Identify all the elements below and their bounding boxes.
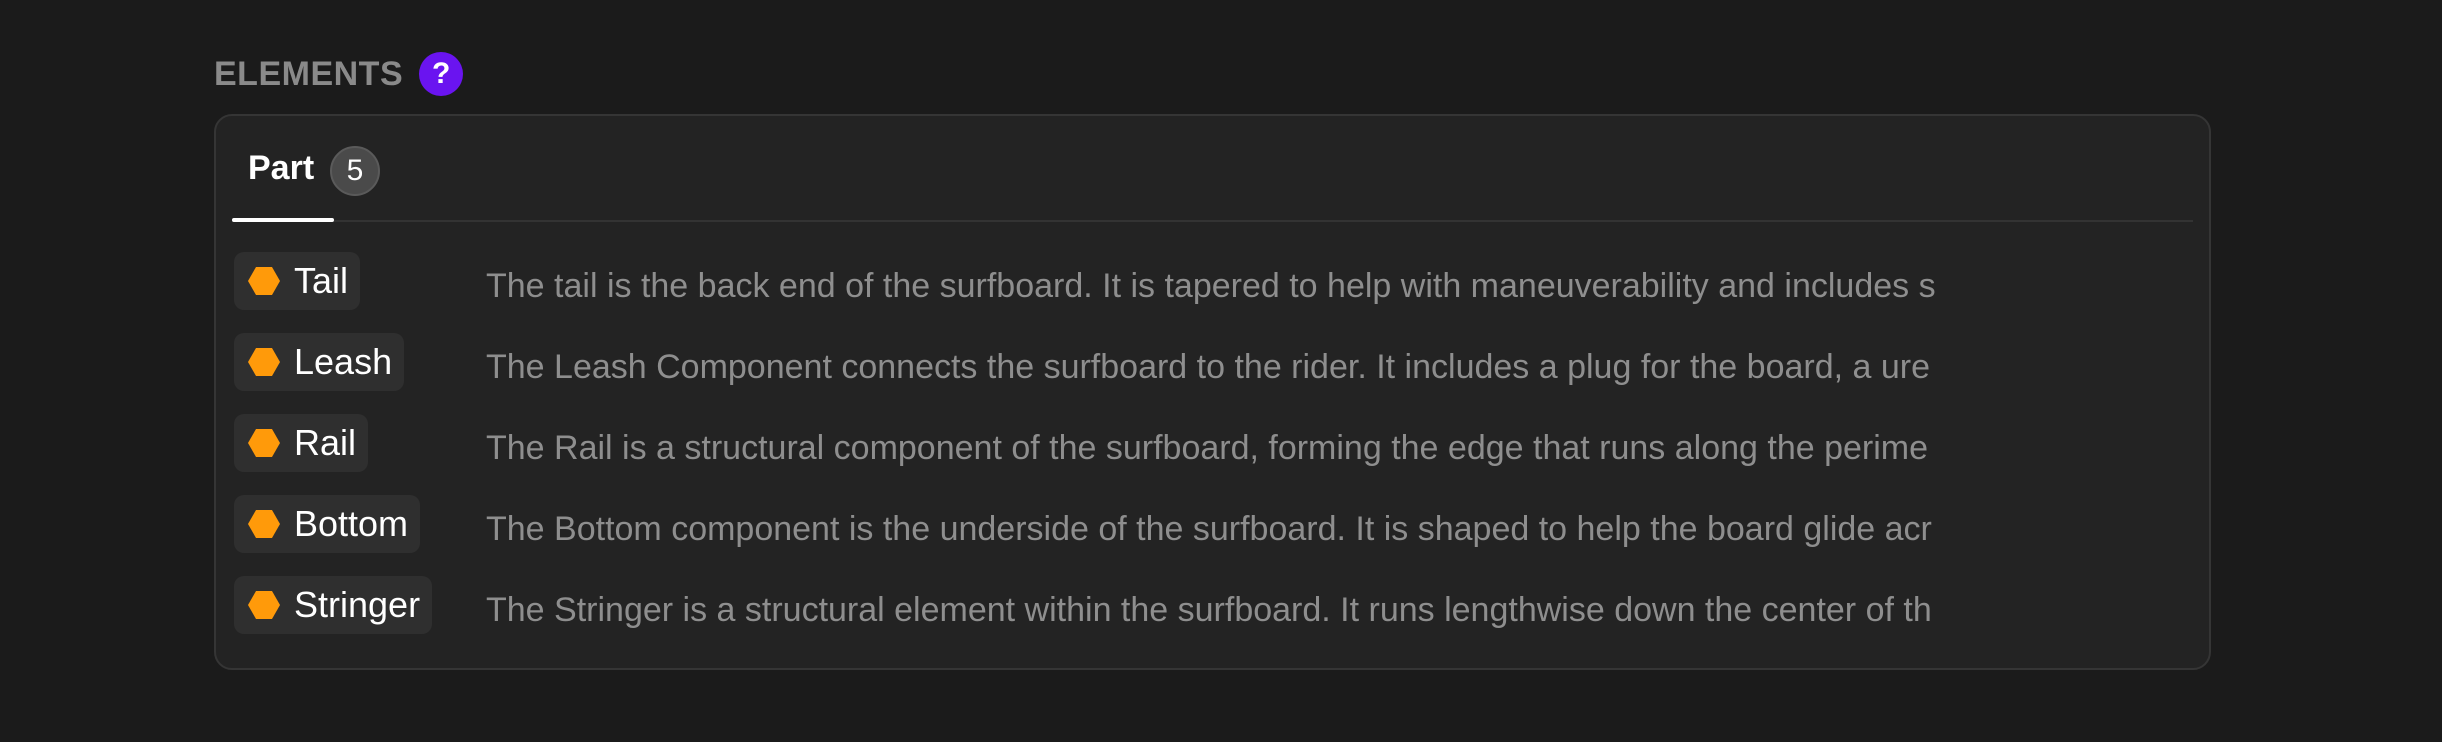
part-name: Bottom [294, 503, 409, 544]
part-chip-rail[interactable]: Rail [234, 414, 369, 472]
tab-label: Part [248, 148, 315, 187]
help-icon[interactable]: ? [419, 52, 464, 96]
part-name: Leash [294, 341, 393, 382]
elements-panel: Part 5 Tail The tail is the back end of … [214, 114, 2211, 670]
part-chip-stringer[interactable]: Stringer [234, 576, 433, 634]
section-title: ELEMENTS [214, 54, 404, 93]
part-name: Rail [294, 422, 357, 463]
list-item: Rail The Rail is a structural component … [234, 414, 2109, 495]
hexagon-icon [248, 591, 280, 619]
hexagon-icon [248, 429, 280, 457]
hexagon-icon [248, 348, 280, 376]
tab-bar: Part 5 [232, 116, 2193, 222]
tab-count-badge: 5 [330, 146, 380, 196]
parts-list: Tail The tail is the back end of the sur… [234, 252, 2109, 657]
part-description: The Bottom component is the underside of… [486, 510, 1932, 548]
list-item: Bottom The Bottom component is the under… [234, 495, 2109, 576]
part-name: Tail [294, 260, 349, 301]
tab-part[interactable]: Part [232, 116, 334, 222]
hexagon-icon [248, 510, 280, 538]
part-chip-leash[interactable]: Leash [234, 333, 405, 391]
part-description: The tail is the back end of the surfboar… [486, 267, 1936, 305]
list-item: Tail The tail is the back end of the sur… [234, 252, 2109, 333]
list-item: Stringer The Stringer is a structural el… [234, 576, 2109, 657]
part-description: The Rail is a structural component of th… [486, 429, 1929, 467]
part-description: The Stringer is a structural element wit… [486, 591, 1932, 629]
elements-section: ELEMENTS ? Part 5 Tail The tail is the b… [214, 52, 2214, 670]
list-item: Leash The Leash Component connects the s… [234, 333, 2109, 414]
hexagon-icon [248, 267, 280, 295]
part-chip-bottom[interactable]: Bottom [234, 495, 421, 553]
part-chip-tail[interactable]: Tail [234, 252, 361, 310]
part-name: Stringer [294, 584, 421, 625]
active-tab-indicator [232, 218, 334, 222]
section-header: ELEMENTS ? [214, 52, 2214, 96]
part-description: The Leash Component connects the surfboa… [486, 348, 1931, 386]
